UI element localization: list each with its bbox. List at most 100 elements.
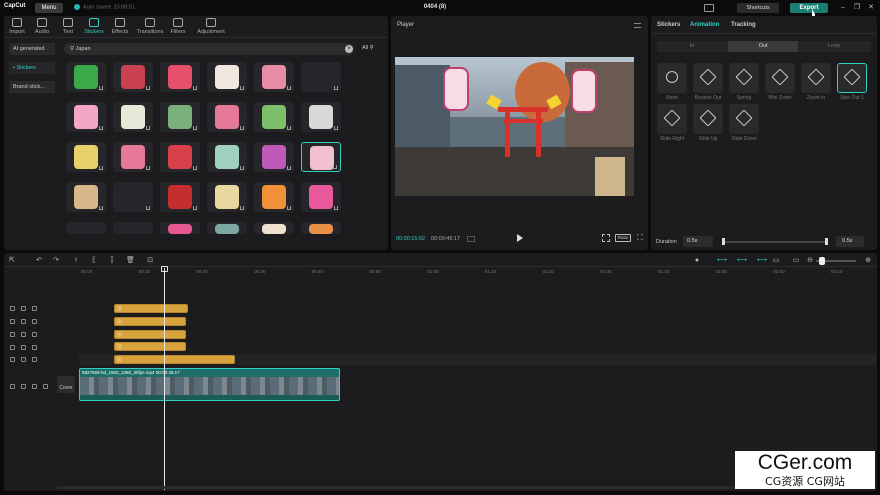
download-icon[interactable]: [146, 126, 150, 130]
zoom-slider-handle[interactable]: [819, 257, 825, 265]
tab-tracking[interactable]: Tracking: [731, 22, 756, 28]
partial-sticker[interactable]: [66, 222, 106, 234]
umbrella-sticker[interactable]: [160, 182, 200, 212]
download-icon[interactable]: [99, 206, 103, 210]
blank-sticker[interactable]: [113, 182, 153, 212]
preview-icon[interactable]: ▭: [772, 257, 780, 265]
category-item[interactable]: AI generated: [9, 43, 55, 55]
download-icon[interactable]: [334, 126, 338, 130]
download-icon[interactable]: [99, 126, 103, 130]
subtitle-icon[interactable]: ▭: [792, 257, 800, 265]
video-clip[interactable]: 5827569-hd_1920_1080_30fps.mp4 00:00:45:…: [79, 368, 340, 401]
tab-animation[interactable]: Animation: [690, 22, 719, 28]
lantern-sticker[interactable]: [301, 142, 341, 172]
zoom-out-icon[interactable]: ⊖: [806, 257, 814, 265]
bowl-sticker[interactable]: [301, 222, 341, 234]
playhead-handle[interactable]: [161, 266, 168, 272]
redo-icon[interactable]: ↷: [52, 257, 60, 265]
tab-effects[interactable]: Effects: [108, 18, 132, 35]
download-icon[interactable]: [240, 166, 244, 170]
blank-sticker[interactable]: [301, 62, 341, 92]
tab-adjustment[interactable]: Adjustment: [196, 18, 226, 35]
dango-sticker[interactable]: [66, 142, 106, 172]
temple-sticker[interactable]: [207, 222, 247, 234]
playhead[interactable]: [164, 268, 165, 490]
video-preview[interactable]: [395, 57, 634, 196]
tab-stickers[interactable]: Stickers: [82, 18, 106, 35]
menu-button[interactable]: Menu: [35, 3, 63, 13]
download-icon[interactable]: [146, 206, 150, 210]
sticker-clip-5-bar[interactable]: [114, 355, 235, 364]
split-right-icon[interactable]: ⟧: [108, 257, 116, 265]
category-item[interactable]: • Stickers: [9, 62, 55, 74]
download-icon[interactable]: [287, 86, 291, 90]
sparkle-gem-sticker[interactable]: [254, 142, 294, 172]
audio-icon[interactable]: [32, 384, 37, 389]
select-icon[interactable]: ⇱: [8, 257, 16, 265]
player-menu-icon[interactable]: [634, 23, 641, 28]
download-icon[interactable]: [240, 86, 244, 90]
salmon-roll-sticker[interactable]: [254, 182, 294, 212]
lock-icon[interactable]: [10, 332, 15, 337]
sushi-roll-sticker[interactable]: [113, 102, 153, 132]
partial-sticker[interactable]: [113, 222, 153, 234]
download-icon[interactable]: [287, 206, 291, 210]
undo-icon[interactable]: ↶: [35, 257, 43, 265]
visibility-icon[interactable]: [21, 357, 26, 362]
torii-frame-sticker[interactable]: [160, 62, 200, 92]
snap-icon[interactable]: ⟷: [757, 257, 767, 265]
torii-gate-sticker[interactable]: [254, 62, 294, 92]
download-icon[interactable]: [334, 206, 338, 210]
fullscreen-icon[interactable]: ⛶: [637, 234, 645, 242]
timeline-grid-icon[interactable]: [467, 236, 475, 242]
download-icon[interactable]: [193, 126, 197, 130]
pagoda-sticker[interactable]: [254, 102, 294, 132]
mountain-sticker[interactable]: [254, 222, 294, 234]
tab-import[interactable]: Import: [5, 18, 29, 35]
delete-icon[interactable]: 🗑: [126, 257, 135, 265]
visibility-icon[interactable]: [21, 345, 26, 350]
duration-slider[interactable]: [722, 241, 828, 243]
shortcuts-button[interactable]: Shortcuts: [737, 3, 779, 13]
mic-icon[interactable]: ●: [693, 257, 701, 265]
split-icon[interactable]: ⟊: [72, 257, 80, 265]
japan-flag-sticker[interactable]: [160, 142, 200, 172]
download-icon[interactable]: [287, 126, 291, 130]
visibility-icon[interactable]: [21, 306, 26, 311]
download-icon[interactable]: [287, 166, 291, 170]
category-item[interactable]: Brand stick...: [9, 81, 55, 93]
slider-handle-right[interactable]: [825, 238, 828, 245]
japan-map-sticker[interactable]: [66, 62, 106, 92]
lantern-sticker-right[interactable]: [571, 69, 597, 113]
link-icon[interactable]: ⟷: [717, 257, 727, 265]
speaker-icon[interactable]: [43, 384, 48, 389]
lock-icon[interactable]: [10, 319, 15, 324]
cover-button[interactable]: Cover: [57, 376, 75, 393]
close-icon[interactable]: ✕: [866, 3, 876, 13]
minimize-icon[interactable]: –: [838, 3, 848, 13]
sushi-plate-sticker[interactable]: [160, 102, 200, 132]
tab-filters[interactable]: Filters: [166, 18, 190, 35]
duration-field[interactable]: 0.5s: [836, 236, 864, 247]
sticker-clip-1[interactable]: [114, 304, 188, 313]
download-icon[interactable]: [146, 166, 150, 170]
split-left-icon[interactable]: ⟦: [90, 257, 98, 265]
audio-icon[interactable]: [32, 345, 37, 350]
download-icon[interactable]: [240, 126, 244, 130]
lock-icon[interactable]: [10, 345, 15, 350]
export-button[interactable]: Export: [790, 3, 828, 13]
fuji-circle-sticker[interactable]: [207, 142, 247, 172]
download-icon[interactable]: [193, 166, 197, 170]
sushi-set-sticker[interactable]: [207, 182, 247, 212]
magnet-icon[interactable]: ⟷: [737, 257, 747, 265]
clear-search-icon[interactable]: ×: [345, 45, 353, 53]
carp-streamer-sticker[interactable]: [207, 102, 247, 132]
fan-sticker[interactable]: [113, 142, 153, 172]
lantern-sticker-left[interactable]: [443, 67, 469, 111]
visibility-icon[interactable]: [21, 332, 26, 337]
audio-icon[interactable]: [32, 306, 37, 311]
restore-icon[interactable]: ❐: [852, 3, 862, 13]
tab-text[interactable]: Text: [56, 18, 80, 35]
ratio-button[interactable]: Ratio: [615, 234, 631, 242]
download-icon[interactable]: [99, 166, 103, 170]
